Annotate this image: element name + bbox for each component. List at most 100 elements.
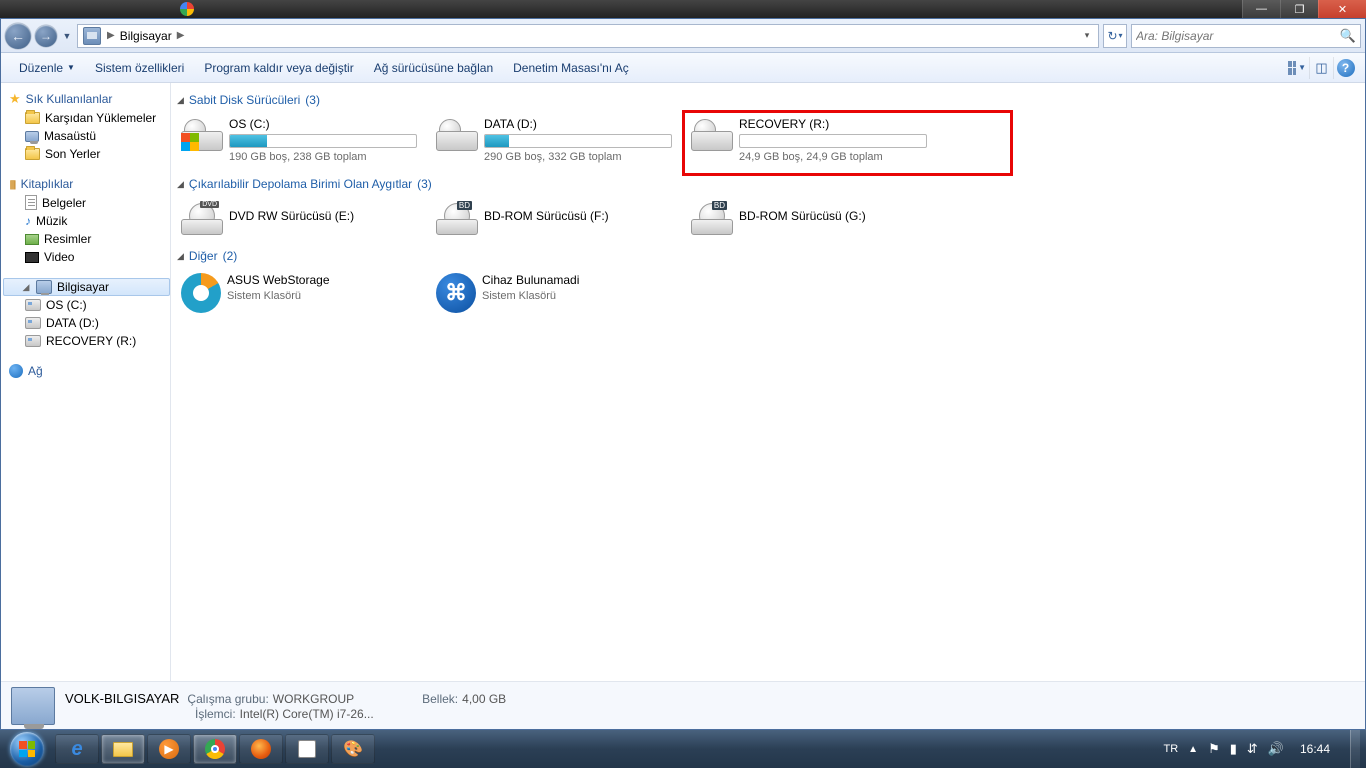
system-tray: TR ▲ ⚑ ▮ ⇵ 🔊 16:44 bbox=[1163, 730, 1360, 768]
change-view-button[interactable]: ▼ bbox=[1285, 57, 1309, 79]
system-properties-button[interactable]: Sistem özellikleri bbox=[85, 57, 194, 79]
computer-thumb-icon bbox=[11, 687, 55, 725]
nav-favorites-header[interactable]: Sık Kullanılanlar bbox=[7, 89, 170, 109]
clock[interactable]: 16:44 bbox=[1294, 742, 1336, 756]
capacity-bar bbox=[739, 134, 927, 148]
nav-computer[interactable]: ◢Bilgisayar bbox=[3, 278, 170, 296]
breadcrumb-sep-icon[interactable]: ▶ bbox=[177, 30, 185, 41]
item-bluetooth-notfound[interactable]: ⌘ Cihaz Bulunamadi Sistem Klasörü bbox=[430, 269, 685, 323]
start-button[interactable] bbox=[0, 730, 54, 768]
item-asus-webstorage[interactable]: ASUS WebStorage Sistem Klasörü bbox=[175, 269, 430, 323]
nav-network-header[interactable]: Ağ bbox=[7, 362, 170, 380]
nav-recent[interactable]: Son Yerler bbox=[7, 145, 170, 163]
uninstall-program-button[interactable]: Program kaldır veya değiştir bbox=[194, 57, 363, 79]
taskbar-firefox[interactable] bbox=[239, 734, 283, 764]
breadcrumb-bar[interactable]: ▶ Bilgisayar ▶ ▾ bbox=[77, 24, 1099, 48]
details-workgroup-key: Çalışma grubu: bbox=[187, 692, 268, 706]
nav-pictures[interactable]: Resimler bbox=[7, 230, 170, 248]
drive-label: DATA (D:) bbox=[484, 117, 681, 131]
drive-label: RECOVERY (R:) bbox=[739, 117, 940, 131]
drive-data-d[interactable]: DATA (D:) 290 GB boş, 332 GB toplam bbox=[430, 113, 685, 173]
drive-label: DVD RW Sürücüsü (E:) bbox=[229, 209, 426, 223]
content-pane: ◢Sabit Disk Sürücüleri (3) OS (C:) 190 G… bbox=[171, 83, 1365, 681]
drive-capacity-text: 290 GB boş, 332 GB toplam bbox=[484, 151, 681, 163]
bd-drive-icon: BD bbox=[436, 203, 478, 235]
taskbar-chrome[interactable] bbox=[193, 734, 237, 764]
nav-drive-c[interactable]: OS (C:) bbox=[7, 296, 170, 314]
background-chrome-tabstrip: — ❐ ✕ bbox=[0, 0, 1366, 18]
search-box[interactable]: 🔍 bbox=[1131, 24, 1361, 48]
details-cpu-key: İşlemci: bbox=[195, 707, 236, 721]
language-indicator[interactable]: TR bbox=[1163, 743, 1178, 755]
taskbar-explorer[interactable] bbox=[101, 734, 145, 764]
breadcrumb-dropdown-icon[interactable]: ▾ bbox=[1078, 30, 1096, 41]
tray-overflow-icon[interactable]: ▲ bbox=[1188, 744, 1198, 755]
preview-pane-button[interactable]: ◫ bbox=[1309, 57, 1333, 79]
taskbar-ie[interactable]: e bbox=[55, 734, 99, 764]
address-bar: ← → ▼ ▶ Bilgisayar ▶ ▾ ↻▾ 🔍 bbox=[1, 19, 1365, 53]
refresh-button[interactable]: ↻▾ bbox=[1103, 24, 1127, 48]
show-desktop-button[interactable] bbox=[1350, 730, 1360, 768]
network-icon[interactable]: ⇵ bbox=[1247, 741, 1258, 757]
capacity-bar bbox=[484, 134, 672, 148]
nav-downloads[interactable]: Karşıdan Yüklemeler bbox=[7, 109, 170, 127]
bluetooth-icon: ⌘ bbox=[436, 273, 476, 313]
item-sublabel: Sistem Klasörü bbox=[227, 290, 426, 302]
drive-capacity-text: 190 GB boş, 238 GB toplam bbox=[229, 151, 426, 163]
flag-icon[interactable]: ⚑ bbox=[1208, 741, 1220, 757]
explorer-window: ← → ▼ ▶ Bilgisayar ▶ ▾ ↻▾ 🔍 Düzenle▼ Sis… bbox=[0, 18, 1366, 730]
webstorage-icon bbox=[181, 273, 221, 313]
group-header-other[interactable]: ◢Diğer (2) bbox=[177, 249, 1357, 263]
window-close-button[interactable]: ✕ bbox=[1318, 0, 1366, 18]
group-header-hdd[interactable]: ◢Sabit Disk Sürücüleri (3) bbox=[177, 93, 1357, 107]
nav-music[interactable]: ♪Müzik bbox=[7, 212, 170, 230]
hard-drive-icon bbox=[181, 119, 223, 151]
item-label: ASUS WebStorage bbox=[227, 273, 426, 287]
drive-label: BD-ROM Sürücüsü (F:) bbox=[484, 209, 681, 223]
nav-back-button[interactable]: ← bbox=[5, 23, 31, 49]
search-input[interactable] bbox=[1136, 29, 1340, 43]
drive-capacity-text: 24,9 GB boş, 24,9 GB toplam bbox=[739, 151, 940, 163]
breadcrumb-location[interactable]: Bilgisayar bbox=[118, 29, 174, 43]
details-memory-value: 4,00 GB bbox=[462, 692, 506, 706]
details-memory-key: Bellek: bbox=[422, 692, 458, 706]
capacity-bar bbox=[229, 134, 417, 148]
item-label: Cihaz Bulunamadi bbox=[482, 273, 681, 287]
chrome-tab-icon bbox=[180, 2, 194, 16]
organize-menu[interactable]: Düzenle▼ bbox=[9, 57, 85, 79]
nav-documents[interactable]: Belgeler bbox=[7, 193, 170, 212]
drive-bd-g[interactable]: BD BD-ROM Sürücüsü (G:) bbox=[685, 197, 940, 245]
nav-drive-r[interactable]: RECOVERY (R:) bbox=[7, 332, 170, 350]
nav-desktop[interactable]: Masaüstü bbox=[7, 127, 170, 145]
power-icon[interactable]: ▮ bbox=[1230, 741, 1237, 757]
group-header-removable[interactable]: ◢Çıkarılabilir Depolama Birimi Olan Aygı… bbox=[177, 177, 1357, 191]
nav-videos[interactable]: Video bbox=[7, 248, 170, 266]
drive-bd-f[interactable]: BD BD-ROM Sürücüsü (F:) bbox=[430, 197, 685, 245]
volume-icon[interactable]: 🔊 bbox=[1268, 741, 1284, 757]
taskbar: e ▶ 🎨 TR ▲ ⚑ ▮ ⇵ 🔊 16:44 bbox=[0, 730, 1366, 768]
taskbar-app[interactable] bbox=[285, 734, 329, 764]
nav-forward-button[interactable]: → bbox=[35, 25, 57, 47]
details-workgroup-value: WORKGROUP bbox=[273, 692, 354, 706]
window-minimize-button[interactable]: — bbox=[1242, 0, 1280, 18]
nav-drive-d[interactable]: DATA (D:) bbox=[7, 314, 170, 332]
map-network-drive-button[interactable]: Ağ sürücüsüne bağlan bbox=[364, 57, 503, 79]
open-control-panel-button[interactable]: Denetim Masası'nı Aç bbox=[503, 57, 639, 79]
details-computer-name: VOLK-BILGISAYAR bbox=[65, 691, 179, 706]
taskbar-mediaplayer[interactable]: ▶ bbox=[147, 734, 191, 764]
computer-icon bbox=[83, 27, 101, 45]
drive-os-c[interactable]: OS (C:) 190 GB boş, 238 GB toplam bbox=[175, 113, 430, 173]
details-pane: VOLK-BILGISAYAR Çalışma grubu:WORKGROUP … bbox=[1, 681, 1365, 729]
details-cpu-value: Intel(R) Core(TM) i7-26... bbox=[240, 707, 374, 721]
search-icon: 🔍 bbox=[1340, 28, 1356, 44]
hard-drive-icon bbox=[436, 119, 478, 151]
hard-drive-icon bbox=[691, 119, 733, 151]
drive-recovery-r[interactable]: RECOVERY (R:) 24,9 GB boş, 24,9 GB topla… bbox=[685, 113, 1010, 173]
help-button[interactable]: ? bbox=[1333, 57, 1357, 79]
drive-dvd-e[interactable]: DVD DVD RW Sürücüsü (E:) bbox=[175, 197, 430, 245]
window-maximize-button[interactable]: ❐ bbox=[1280, 0, 1318, 18]
navigation-pane: Sık Kullanılanlar Karşıdan Yüklemeler Ma… bbox=[1, 83, 171, 681]
nav-history-dropdown[interactable]: ▼ bbox=[61, 31, 73, 41]
nav-libraries-header[interactable]: Kitaplıklar bbox=[7, 175, 170, 193]
taskbar-paint[interactable]: 🎨 bbox=[331, 734, 375, 764]
